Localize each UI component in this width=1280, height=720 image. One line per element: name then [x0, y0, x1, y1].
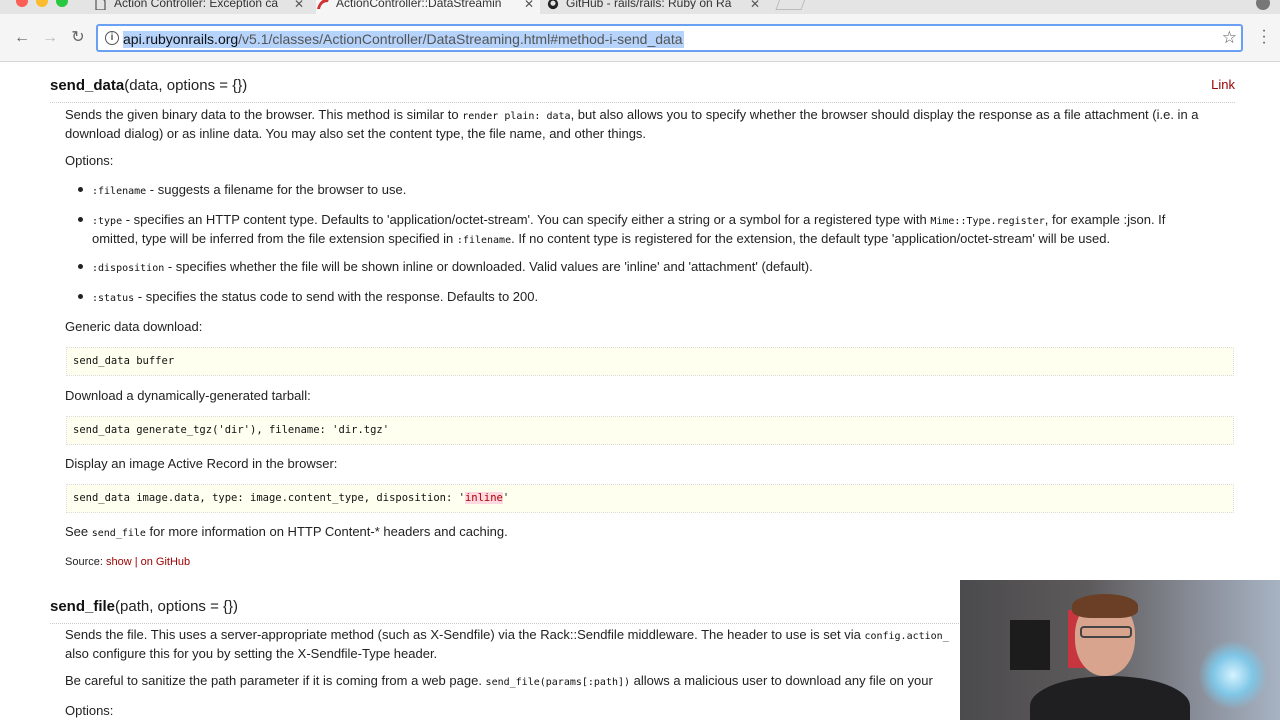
close-window-button[interactable]: [16, 0, 28, 7]
code-example: send_data buffer: [66, 347, 1234, 376]
document-icon: [94, 0, 106, 11]
bookmark-star-icon[interactable]: ☆: [1222, 28, 1237, 48]
forward-icon[interactable]: →: [40, 28, 60, 48]
browser-toolbar: ← → ↻ i api.rubyonrails.org/v5.1/classes…: [0, 14, 1280, 62]
method-description: Sends the given binary data to the brows…: [65, 107, 1199, 141]
wall-poster: [1010, 620, 1050, 670]
bullet: [78, 187, 83, 192]
image-label: Display an image Active Record in the br…: [65, 456, 338, 471]
tab-exception[interactable]: Action Controller: Exception ca ✕: [94, 0, 310, 14]
tab-github[interactable]: GitHub - rails/rails: Ruby on Ra ✕: [546, 0, 766, 14]
option-type: :type - specifies an HTTP content type. …: [92, 212, 1166, 246]
generic-label: Generic data download:: [65, 319, 203, 334]
tab-datastreaming[interactable]: ActionController::DataStreamin ✕: [316, 0, 540, 14]
tab-bar: Action Controller: Exception ca ✕ Action…: [0, 0, 1280, 14]
close-tab-icon[interactable]: ✕: [750, 0, 760, 10]
reload-icon[interactable]: ↻: [68, 28, 88, 48]
lamp: [1198, 640, 1268, 710]
code-example: send_data generate_tgz('dir'), filename:…: [66, 416, 1234, 445]
minimize-window-button[interactable]: [36, 0, 48, 7]
source-links: Source: show | on GitHub: [65, 556, 191, 568]
new-tab-button[interactable]: [775, 0, 807, 10]
code-example: send_data image.data, type: image.conten…: [66, 484, 1234, 513]
close-tab-icon[interactable]: ✕: [294, 0, 304, 10]
browser-menu-icon[interactable]: · · ·: [1260, 23, 1268, 51]
profile-icon[interactable]: [1256, 0, 1270, 10]
see-also: See send_file for more information on HT…: [65, 524, 508, 539]
send-file-warning: Be careful to sanitize the path paramete…: [65, 673, 933, 688]
back-icon[interactable]: ←: [12, 28, 32, 48]
maximize-window-button[interactable]: [56, 0, 68, 7]
method-link[interactable]: Link: [1211, 77, 1235, 92]
bullet: [78, 217, 83, 222]
option-filename: :filename - suggests a filename for the …: [92, 182, 407, 197]
option-disposition: :disposition - specifies whether the fil…: [92, 259, 813, 274]
bullet: [78, 264, 83, 269]
rails-icon: [316, 0, 329, 10]
tarball-label: Download a dynamically-generated tarball…: [65, 388, 311, 403]
bullet: [78, 294, 83, 299]
info-icon[interactable]: i: [105, 31, 119, 45]
close-tab-icon[interactable]: ✕: [524, 0, 534, 10]
method-heading-send-data: send_data(data, options = {}) Link: [50, 77, 1235, 103]
send-file-options-label: Options:: [65, 703, 114, 718]
github-source-link[interactable]: on GitHub: [141, 556, 191, 568]
webcam-overlay: [960, 580, 1280, 720]
address-bar[interactable]: i api.rubyonrails.org/v5.1/classes/Actio…: [96, 24, 1243, 52]
url-text[interactable]: api.rubyonrails.org/v5.1/classes/ActionC…: [123, 31, 684, 48]
options-label: Options:: [65, 153, 114, 168]
github-icon: [546, 0, 559, 10]
presenter-hair: [1072, 594, 1138, 618]
option-status: :status - specifies the status code to s…: [92, 289, 539, 304]
show-source-link[interactable]: show: [106, 556, 132, 568]
presenter-glasses: [1080, 626, 1132, 638]
